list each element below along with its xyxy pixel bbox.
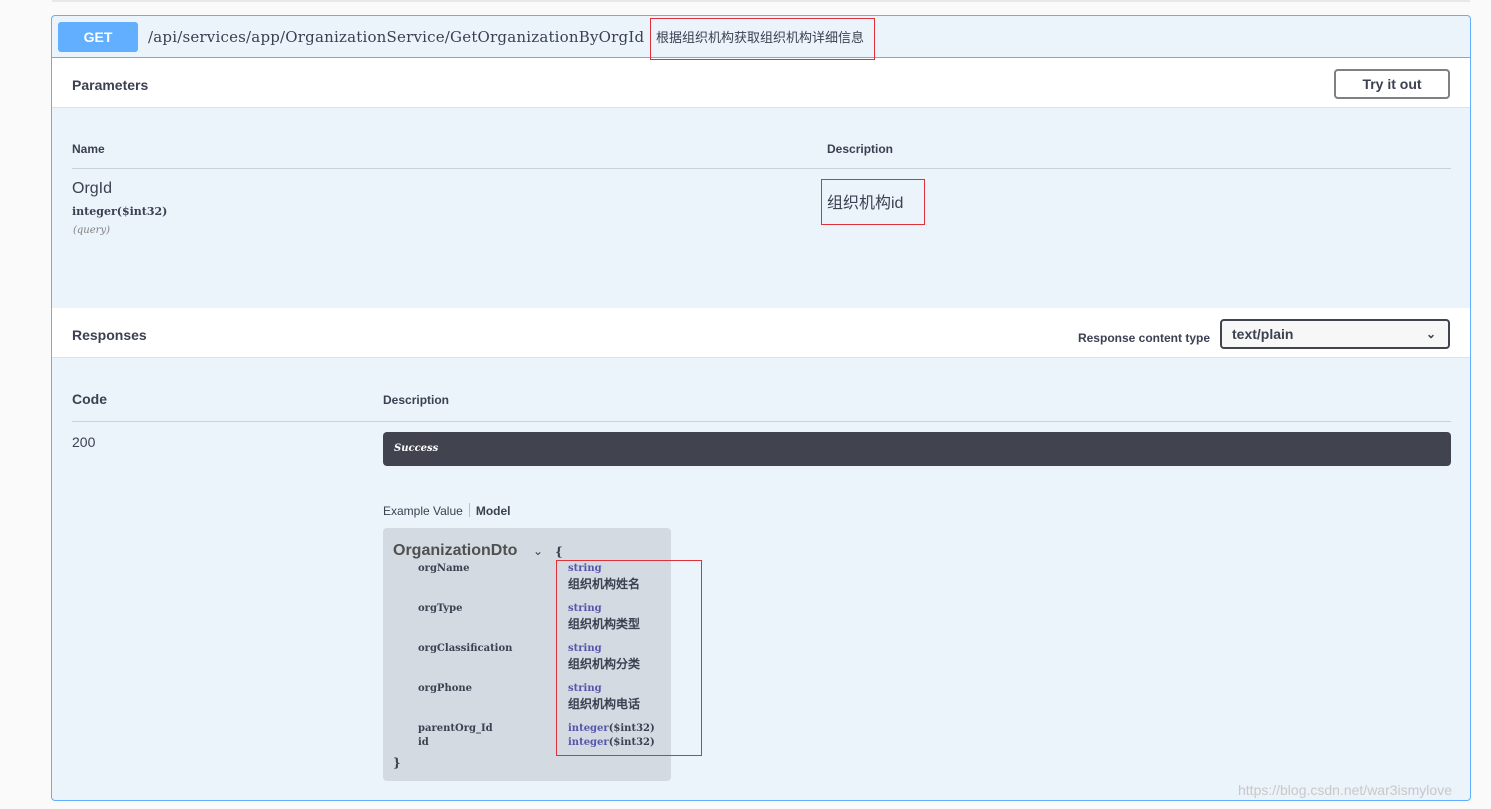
model-prop-name: parentOrg_Id [418, 723, 493, 734]
example-model-tabs: Example Value Model [383, 503, 511, 518]
param-type: integer($int32) [72, 205, 168, 218]
model-annotation-box [556, 560, 702, 756]
tab-example-value[interactable]: Example Value [383, 504, 463, 518]
param-col-name: Name [72, 142, 105, 156]
response-col-code: Code [72, 391, 107, 407]
param-col-description: Description [827, 142, 894, 156]
method-badge: GET [58, 22, 138, 52]
response-description: Success [394, 443, 439, 454]
endpoint-summary-description: 根据组织机构获取组织机构详细信息 [650, 18, 875, 60]
chevron-down-icon[interactable]: ⌄ [533, 544, 543, 558]
endpoint-path: /api/services/app/OrganizationService/Ge… [148, 28, 645, 46]
model-prop-name: orgClassification [418, 643, 513, 654]
watermark: https://blog.csdn.net/war3ismylove [1238, 782, 1452, 798]
responses-title: Responses [72, 327, 147, 343]
response-content-type-select[interactable]: text/plain ⌄ [1220, 319, 1450, 349]
model-prop-name: orgType [418, 603, 463, 614]
tab-divider [468, 503, 470, 517]
try-it-out-button[interactable]: Try it out [1334, 69, 1450, 99]
param-description: 组织机构id [821, 179, 925, 225]
response-header-divider [72, 421, 1451, 422]
response-code: 200 [72, 434, 96, 450]
model-title[interactable]: OrganizationDto [393, 542, 517, 560]
response-content-type-label: Response content type [1077, 331, 1210, 345]
param-location: (query) [73, 225, 110, 236]
tab-model[interactable]: Model [476, 504, 511, 518]
response-description-bar: Success [383, 432, 1451, 466]
model-prop-name: orgPhone [418, 683, 473, 694]
responses-header: Responses Response content type text/pla… [52, 308, 1470, 358]
param-header-divider [72, 168, 1451, 169]
chevron-down-icon: ⌄ [1425, 327, 1436, 341]
response-content-type-value: text/plain [1232, 326, 1294, 342]
parameters-header: Parameters Try it out [52, 58, 1470, 108]
model-open-brace: { [555, 545, 563, 559]
top-divider [52, 0, 1470, 2]
response-col-description: Description [383, 393, 450, 407]
model-prop-name: orgName [418, 563, 470, 574]
parameters-title: Parameters [72, 77, 149, 93]
model-prop-name: id [418, 737, 429, 748]
operation-block: GET /api/services/app/OrganizationServic… [51, 15, 1471, 801]
param-name: OrgId [72, 180, 113, 197]
model-close-brace: } [393, 756, 401, 770]
